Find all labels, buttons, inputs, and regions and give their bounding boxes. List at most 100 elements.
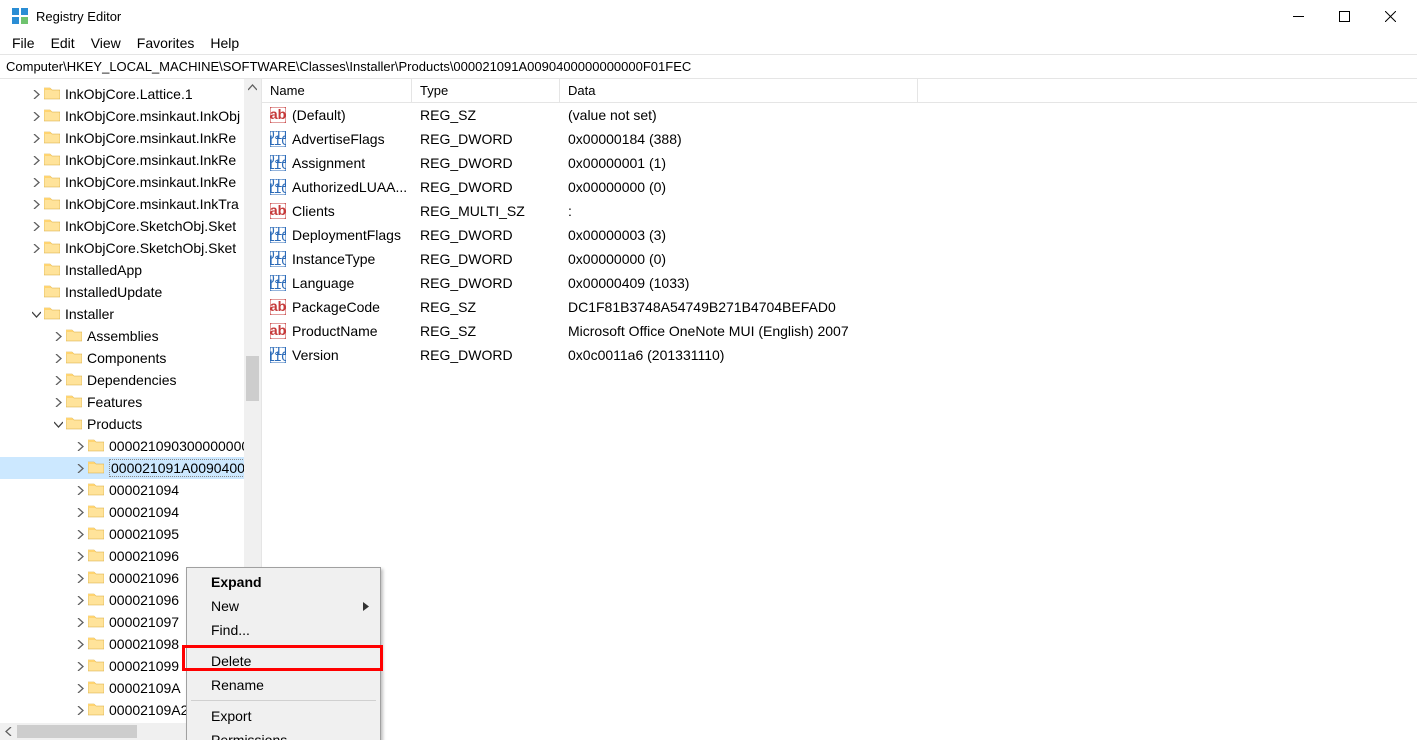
- app-icon: [12, 8, 28, 24]
- ctx-export[interactable]: Export: [189, 704, 378, 728]
- tree-item[interactable]: InkObjCore.SketchObj.Sket: [0, 237, 261, 259]
- chevron-right-icon[interactable]: [72, 438, 88, 454]
- tree-item-label: InstalledApp: [65, 262, 142, 278]
- col-data[interactable]: Data: [560, 79, 918, 102]
- tree-item[interactable]: Products: [0, 413, 261, 435]
- scroll-up-icon[interactable]: [244, 79, 261, 96]
- tree-item[interactable]: InkObjCore.msinkaut.InkRe: [0, 149, 261, 171]
- chevron-right-icon[interactable]: [72, 548, 88, 564]
- minimize-button[interactable]: [1275, 0, 1321, 32]
- window-title: Registry Editor: [36, 9, 1275, 24]
- tree-item[interactable]: InkObjCore.Lattice.1: [0, 83, 261, 105]
- chevron-right-icon[interactable]: [28, 174, 44, 190]
- tree-item-label: InstalledUpdate: [65, 284, 162, 300]
- tree-item[interactable]: Features: [0, 391, 261, 413]
- chevron-right-icon[interactable]: [72, 614, 88, 630]
- tree-item[interactable]: 000021094: [0, 501, 261, 523]
- tree-item-label: InkObjCore.Lattice.1: [65, 86, 193, 102]
- chevron-right-icon[interactable]: [50, 394, 66, 410]
- ctx-expand[interactable]: Expand: [189, 570, 378, 594]
- col-name[interactable]: Name: [262, 79, 412, 102]
- scroll-left-icon[interactable]: [0, 723, 17, 740]
- tree-item[interactable]: Installer: [0, 303, 261, 325]
- chevron-down-icon[interactable]: [50, 416, 66, 432]
- value-row[interactable]: AuthorizedLUAA...REG_DWORD0x00000000 (0): [262, 175, 1417, 199]
- tree-item[interactable]: InkObjCore.msinkaut.InkTra: [0, 193, 261, 215]
- value-row[interactable]: AdvertiseFlagsREG_DWORD0x00000184 (388): [262, 127, 1417, 151]
- chevron-right-icon[interactable]: [28, 240, 44, 256]
- chevron-right-icon[interactable]: [28, 152, 44, 168]
- tree-item[interactable]: 000021096: [0, 545, 261, 567]
- tree-item[interactable]: InstalledUpdate: [0, 281, 261, 303]
- tree-item[interactable]: Assemblies: [0, 325, 261, 347]
- value-data-cell: :: [560, 203, 918, 219]
- menu-file[interactable]: File: [4, 33, 43, 53]
- chevron-right-icon[interactable]: [28, 218, 44, 234]
- chevron-right-icon[interactable]: [72, 636, 88, 652]
- tree-item-label: Features: [87, 394, 142, 410]
- value-row[interactable]: PackageCodeREG_SZDC1F81B3748A54749B271B4…: [262, 295, 1417, 319]
- col-type[interactable]: Type: [412, 79, 560, 102]
- value-row[interactable]: (Default)REG_SZ(value not set): [262, 103, 1417, 127]
- tree-item[interactable]: InkObjCore.msinkaut.InkObj: [0, 105, 261, 127]
- value-name-cell: (Default): [262, 107, 412, 123]
- value-row[interactable]: VersionREG_DWORD0x0c0011a6 (201331110): [262, 343, 1417, 367]
- tree-item[interactable]: Dependencies: [0, 369, 261, 391]
- menu-edit[interactable]: Edit: [43, 33, 83, 53]
- address-bar[interactable]: Computer\HKEY_LOCAL_MACHINE\SOFTWARE\Cla…: [0, 54, 1417, 79]
- value-row[interactable]: AssignmentREG_DWORD0x00000001 (1): [262, 151, 1417, 175]
- chevron-right-icon[interactable]: [72, 570, 88, 586]
- hscroll-thumb[interactable]: [17, 725, 137, 738]
- chevron-right-icon[interactable]: [72, 482, 88, 498]
- chevron-right-icon[interactable]: [72, 680, 88, 696]
- chevron-right-icon[interactable]: [50, 350, 66, 366]
- tree-item[interactable]: 000021095: [0, 523, 261, 545]
- chevron-right-icon[interactable]: [28, 196, 44, 212]
- chevron-right-icon[interactable]: [50, 328, 66, 344]
- folder-icon: [66, 328, 87, 345]
- value-row[interactable]: DeploymentFlagsREG_DWORD0x00000003 (3): [262, 223, 1417, 247]
- ctx-permissions[interactable]: Permissions...: [189, 728, 378, 740]
- menu-view[interactable]: View: [83, 33, 129, 53]
- tree-item[interactable]: 000021091A00904000: [0, 457, 261, 479]
- tree-item[interactable]: InkObjCore.msinkaut.InkRe: [0, 127, 261, 149]
- tree-item[interactable]: InstalledApp: [0, 259, 261, 281]
- menubar: File Edit View Favorites Help: [0, 32, 1417, 54]
- tree-item[interactable]: InkObjCore.msinkaut.InkRe: [0, 171, 261, 193]
- ctx-delete[interactable]: Delete: [189, 649, 378, 673]
- chevron-right-icon[interactable]: [72, 460, 88, 476]
- ctx-new-label: New: [211, 598, 239, 614]
- tree-item[interactable]: InkObjCore.SketchObj.Sket: [0, 215, 261, 237]
- chevron-down-icon[interactable]: [28, 306, 44, 322]
- chevron-right-icon[interactable]: [72, 702, 88, 718]
- value-row[interactable]: LanguageREG_DWORD0x00000409 (1033): [262, 271, 1417, 295]
- chevron-right-icon[interactable]: [50, 372, 66, 388]
- chevron-right-icon[interactable]: [28, 130, 44, 146]
- folder-icon: [44, 108, 65, 125]
- maximize-button[interactable]: [1321, 0, 1367, 32]
- ctx-new[interactable]: New: [189, 594, 378, 618]
- menu-help[interactable]: Help: [202, 33, 247, 53]
- value-row[interactable]: ProductNameREG_SZMicrosoft Office OneNot…: [262, 319, 1417, 343]
- ctx-rename[interactable]: Rename: [189, 673, 378, 697]
- ctx-find[interactable]: Find...: [189, 618, 378, 642]
- chevron-right-icon[interactable]: [72, 592, 88, 608]
- string-icon: [270, 323, 286, 339]
- tree-item[interactable]: 000021094: [0, 479, 261, 501]
- tree-item-label: Installer: [65, 306, 114, 322]
- value-row[interactable]: ClientsREG_MULTI_SZ:: [262, 199, 1417, 223]
- chevron-right-icon[interactable]: [72, 504, 88, 520]
- chevron-right-icon[interactable]: [72, 526, 88, 542]
- value-row[interactable]: InstanceTypeREG_DWORD0x00000000 (0): [262, 247, 1417, 271]
- tree-item[interactable]: 0000210903000000000: [0, 435, 261, 457]
- chevron-right-icon[interactable]: [72, 658, 88, 674]
- menu-favorites[interactable]: Favorites: [129, 33, 203, 53]
- folder-icon: [88, 636, 109, 653]
- chevron-right-icon[interactable]: [28, 86, 44, 102]
- titlebar: Registry Editor: [0, 0, 1417, 32]
- tree-item[interactable]: Components: [0, 347, 261, 369]
- vscroll-thumb[interactable]: [246, 356, 259, 401]
- close-button[interactable]: [1367, 0, 1413, 32]
- chevron-right-icon[interactable]: [28, 108, 44, 124]
- folder-icon: [44, 240, 65, 257]
